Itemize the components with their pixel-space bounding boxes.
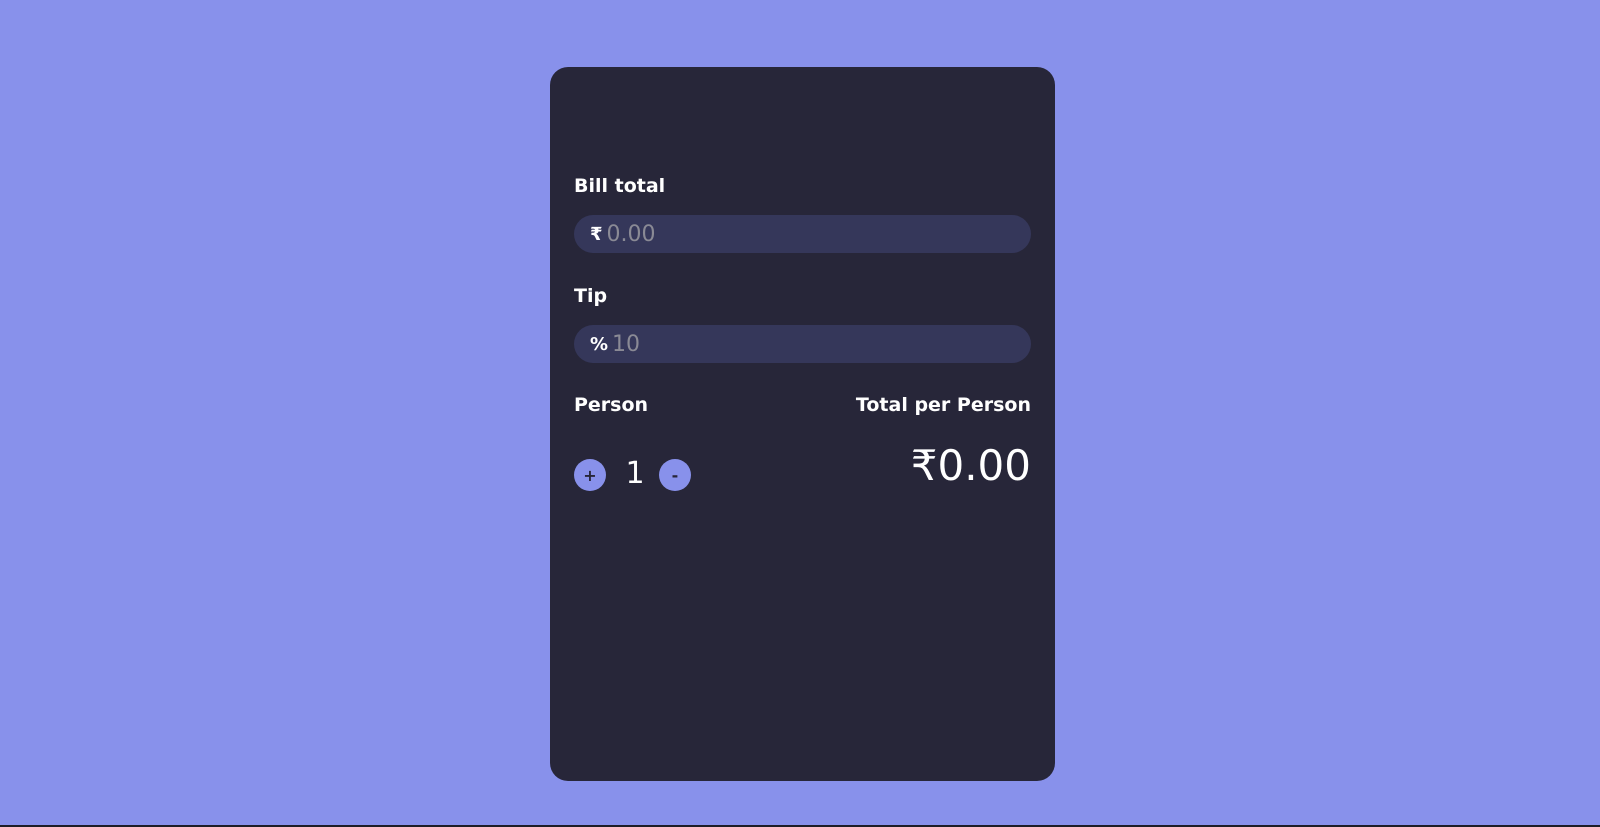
person-count: 1 — [625, 456, 645, 491]
total-per-person-amount: ₹0.00 — [910, 441, 1031, 490]
bill-total-field[interactable]: ₹ — [574, 215, 1031, 253]
percent-icon: % — [590, 333, 609, 355]
decrement-person-button[interactable]: - — [659, 459, 691, 491]
bill-total-input[interactable] — [606, 221, 987, 247]
total-per-person-label: Total per Person — [855, 394, 1031, 416]
tip-label: Tip — [574, 285, 608, 307]
tip-field[interactable]: % — [574, 325, 1031, 363]
person-label: Person — [574, 394, 649, 416]
increment-person-button[interactable]: + — [574, 459, 606, 491]
rupee-icon: ₹ — [590, 223, 603, 245]
bill-total-label: Bill total — [574, 175, 666, 197]
tip-input[interactable] — [612, 331, 993, 357]
tip-calculator-card: Bill total ₹ Tip % Person Total per Pers… — [550, 67, 1055, 781]
